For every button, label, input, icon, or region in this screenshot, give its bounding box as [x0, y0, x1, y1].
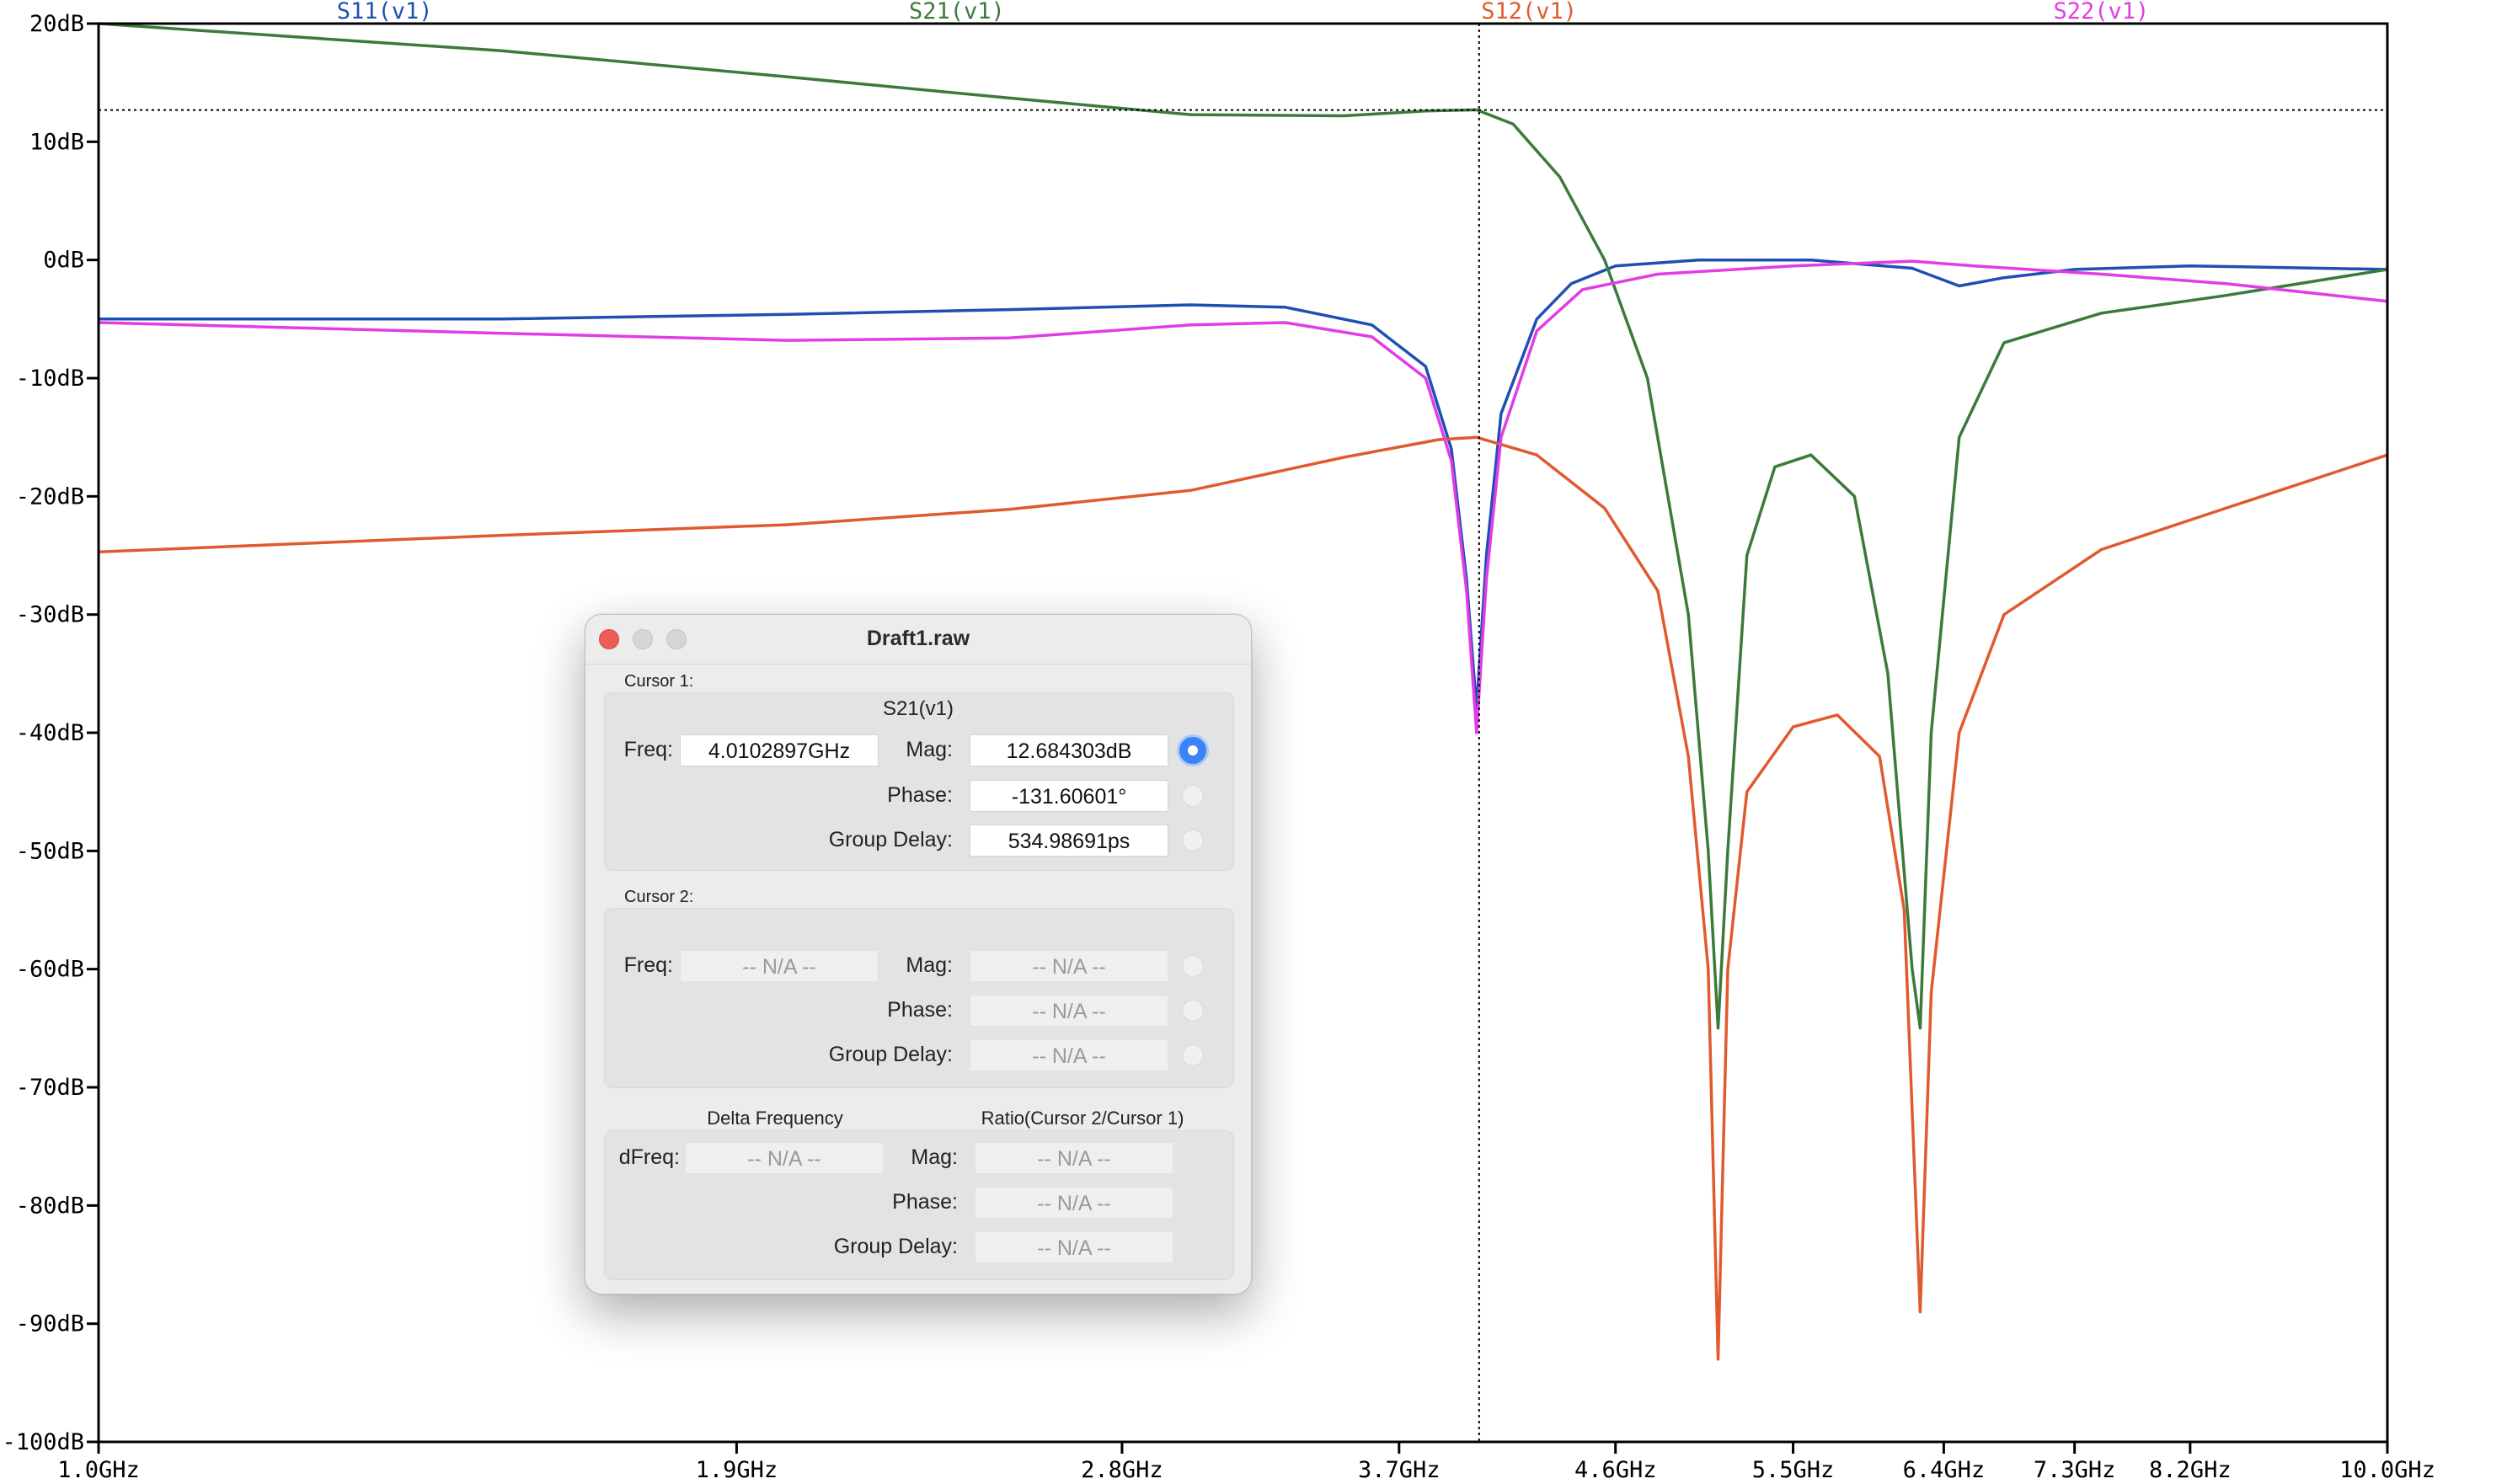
y-tick-label: -70dB: [16, 1075, 84, 1101]
cursor1-mag-radio[interactable]: [1177, 734, 1209, 766]
cursor2-mag-label: Mag:: [906, 953, 953, 977]
ratio-group-delay-field[interactable]: -- N/A --: [975, 1231, 1173, 1263]
cursor1-phase-radio[interactable]: [1182, 785, 1204, 807]
cursor2-phase-field[interactable]: -- N/A --: [970, 995, 1168, 1027]
delta-frequency-heading: Delta Frequency: [707, 1108, 843, 1129]
y-tick-label: -30dB: [16, 602, 84, 628]
cursor1-freq-label: Freq:: [623, 738, 673, 761]
ratio-phase-label: Phase:: [892, 1190, 958, 1214]
waveform-plot[interactable]: 20dB 10dB 0dB -10dB -20dB -30dB -40dB -50dB -60d…: [0, 0, 2507, 1484]
window-titlebar[interactable]: Draft1.raw: [585, 615, 1251, 665]
cursor1-trace-name: S21(v1): [882, 697, 954, 720]
cursor-readout-window: Draft1.raw Cursor 1: S21(v1) Freq: 4.010…: [585, 614, 1252, 1294]
cursor2-freq-label: Freq:: [623, 953, 673, 977]
x-tick-label: 4.6GHz: [1574, 1457, 1657, 1483]
trace-label: S12(v1): [1481, 0, 1577, 24]
y-tick-label: -100dB: [2, 1429, 84, 1455]
dfreq-field[interactable]: -- N/A --: [685, 1142, 884, 1174]
x-tick-label: 6.4GHz: [1903, 1457, 1986, 1483]
x-tick-label: 10.0GHz: [2339, 1457, 2435, 1483]
cursor2-mag-radio[interactable]: [1182, 955, 1204, 977]
cursor2-phase-radio[interactable]: [1182, 1000, 1204, 1022]
cursor1-mag-label: Mag:: [906, 738, 953, 761]
x-axis: 1.0GHz 1.9GHz 2.8GHz 3.7GHz 4.6GHz 5.5GHz 6.4G…: [57, 1442, 2435, 1483]
cursor2-group-delay-field[interactable]: -- N/A --: [970, 1039, 1168, 1071]
y-tick-label: 20dB: [29, 11, 84, 37]
cursor1-mag-field[interactable]: 12.684303dB: [970, 734, 1168, 766]
cursor2-group-delay-radio[interactable]: [1182, 1044, 1204, 1066]
cursor1-phase-field[interactable]: -131.60601°: [970, 780, 1168, 812]
cursor2-mag-field[interactable]: -- N/A --: [970, 950, 1168, 982]
cursor2-phase-label: Phase:: [887, 998, 953, 1022]
y-tick-label: -50dB: [16, 838, 84, 864]
cursor2-group-delay-label: Group Delay:: [828, 1043, 953, 1066]
y-tick-label: -20dB: [16, 483, 84, 510]
trace-label: S22(v1): [2053, 0, 2149, 24]
x-tick-label: 1.9GHz: [696, 1457, 778, 1483]
y-tick-label: -40dB: [16, 720, 84, 746]
x-tick-label: 1.0GHz: [57, 1457, 140, 1483]
x-tick-label: 5.5GHz: [1752, 1457, 1835, 1483]
y-tick-label: -10dB: [16, 366, 84, 392]
cursor1-group-delay-field[interactable]: 534.98691ps: [970, 825, 1168, 857]
x-tick-label: 7.3GHz: [2034, 1457, 2116, 1483]
ratio-heading: Ratio(Cursor 2/Cursor 1): [981, 1108, 1184, 1129]
window-title: Draft1.raw: [866, 627, 970, 650]
y-tick-label: -90dB: [16, 1311, 84, 1337]
cursor2-section-label: Cursor 2:: [624, 888, 694, 906]
y-tick-label: 0dB: [43, 248, 84, 274]
cursor1-group-delay-radio[interactable]: [1182, 830, 1204, 851]
ratio-group-delay-label: Group Delay:: [833, 1235, 958, 1258]
ratio-phase-field[interactable]: -- N/A --: [975, 1187, 1173, 1219]
x-tick-label: 2.8GHz: [1081, 1457, 1163, 1483]
cursor1-group-delay-label: Group Delay:: [828, 828, 953, 851]
ratio-mag-label: Mag:: [911, 1145, 958, 1169]
y-tick-label: -80dB: [16, 1193, 84, 1219]
trace-label: S11(v1): [337, 0, 433, 24]
trace-legend: S11(v1) S21(v1) S12(v1) S22(v1): [337, 0, 2150, 24]
cursor1-section-label: Cursor 1:: [624, 672, 694, 691]
y-axis: 20dB 10dB 0dB -10dB -20dB -30dB -40dB -50dB -60d…: [2, 11, 99, 1455]
ratio-mag-field[interactable]: -- N/A --: [975, 1142, 1173, 1174]
dfreq-label: dFreq:: [618, 1145, 680, 1169]
y-tick-label: -60dB: [16, 957, 84, 983]
trace-label: S21(v1): [909, 0, 1005, 24]
x-tick-label: 8.2GHz: [2149, 1457, 2232, 1483]
cursor1-phase-label: Phase:: [887, 783, 953, 807]
x-tick-label: 3.7GHz: [1358, 1457, 1441, 1483]
y-tick-label: 10dB: [29, 129, 84, 155]
